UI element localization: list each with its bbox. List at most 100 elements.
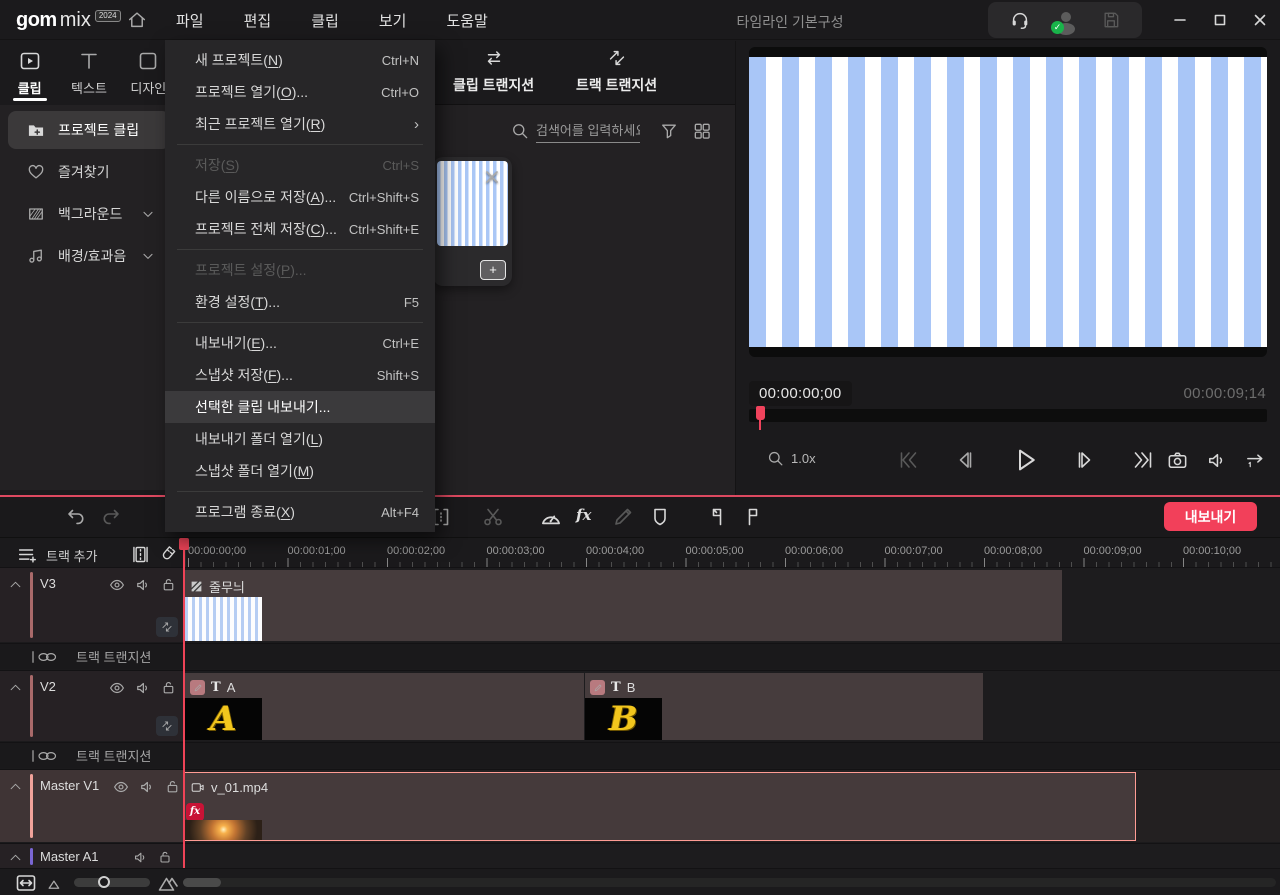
filter-icon[interactable] (659, 121, 679, 141)
magnet-snap-icon[interactable] (157, 544, 178, 565)
export-button[interactable]: 내보내기 (1164, 502, 1257, 531)
chevron-down-icon[interactable] (140, 248, 156, 264)
track-volume-icon[interactable] (134, 576, 152, 594)
seek-bar[interactable] (749, 409, 1267, 422)
file-menu-item-13[interactable]: 프로그램 종료(X)Alt+F4 (165, 496, 435, 528)
preview-zoom-level[interactable]: 1.0x (791, 451, 816, 466)
menu-clip[interactable]: 클립 (305, 6, 345, 35)
close-button[interactable] (1240, 0, 1280, 40)
visibility-icon[interactable] (108, 679, 126, 697)
tab-text[interactable]: 텍스트 (59, 41, 118, 105)
unlock-icon[interactable] (157, 849, 173, 865)
current-timecode[interactable]: 00:00:00;00 (749, 381, 852, 406)
skip-start-icon[interactable] (896, 448, 920, 472)
trim-tool-icon[interactable] (130, 544, 151, 565)
prev-frame-icon[interactable] (953, 448, 977, 472)
track-volume-icon[interactable] (132, 849, 149, 866)
track-v3-header[interactable]: V3 (0, 568, 185, 642)
file-menu-item-4[interactable]: 다른 이름으로 저장(A)...Ctrl+Shift+S (165, 181, 435, 213)
redo-icon[interactable] (99, 505, 123, 529)
clip-text-b[interactable]: T B B (585, 673, 983, 740)
visibility-icon[interactable] (112, 778, 130, 796)
clip-stripe[interactable]: 줄무늬 (185, 570, 1062, 641)
sidebar-item-favorites[interactable]: 즐겨찾기 (8, 153, 170, 191)
minimize-button[interactable] (1160, 0, 1200, 40)
file-menu-item-11[interactable]: 내보내기 폴더 열기(L) (165, 423, 435, 455)
track-transition-row[interactable]: 트랙 트랜지션 (0, 643, 1280, 669)
volume-icon[interactable] (1205, 449, 1228, 472)
tab-track-transition[interactable]: 트랙 트랜지션 (576, 47, 657, 95)
file-menu-item-12[interactable]: 스냅샷 폴더 열기(M) (165, 455, 435, 487)
skip-end-icon[interactable] (1130, 448, 1156, 472)
collapse-icon[interactable] (8, 680, 23, 695)
track-transition-row[interactable]: 트랙 트랜지션 (0, 742, 1280, 768)
timeline-hscroll-thumb[interactable] (183, 878, 221, 887)
collapse-icon[interactable] (8, 850, 23, 865)
menu-view[interactable]: 보기 (373, 6, 413, 35)
sidebar-item-backgrounds[interactable]: 백그라운드 (8, 195, 170, 233)
jump-frame-icon[interactable] (1244, 449, 1267, 472)
unlock-icon[interactable] (164, 778, 181, 795)
pencil-icon[interactable] (611, 505, 635, 529)
support-button[interactable] (1009, 9, 1031, 31)
preview-zoom-icon[interactable] (766, 449, 785, 468)
search-input[interactable] (536, 121, 640, 143)
collapse-icon[interactable] (8, 577, 23, 592)
file-menu-item-9[interactable]: 스냅샷 저장(F)...Shift+S (165, 359, 435, 391)
menu-help[interactable]: 도움말 (440, 6, 493, 35)
timeline-horizontal-scrollbar[interactable] (183, 878, 1276, 887)
clip-text-a[interactable]: T A A (185, 673, 584, 740)
grid-view-icon[interactable] (692, 121, 712, 141)
file-menu-item-8[interactable]: 내보내기(E)...Ctrl+E (165, 327, 435, 359)
menu-file[interactable]: 파일 (170, 6, 210, 35)
flag-left-icon[interactable] (705, 505, 729, 529)
fx-tool-icon[interactable]: fx (576, 506, 591, 524)
timeline-zoom-slider[interactable] (74, 878, 150, 887)
track-master-a1-body[interactable] (185, 844, 1280, 869)
add-track-label[interactable]: 트랙 추가 (46, 546, 97, 565)
save-quick-button[interactable] (1101, 10, 1121, 30)
track-v2-header[interactable]: V2 (0, 671, 185, 741)
next-frame-icon[interactable] (1073, 448, 1097, 472)
file-menu-item-5[interactable]: 프로젝트 전체 저장(C)...Ctrl+Shift+E (165, 213, 435, 245)
track-transition-badge[interactable] (156, 617, 178, 637)
file-menu-item-7[interactable]: 환경 설정(T)...F5 (165, 286, 435, 318)
add-clip-button[interactable]: + (480, 260, 506, 280)
seek-playhead[interactable] (756, 406, 765, 420)
unlock-icon[interactable] (160, 576, 177, 593)
track-transition-badge[interactable] (156, 716, 178, 736)
timeline-zoom-knob[interactable] (98, 876, 110, 888)
file-menu-item-2[interactable]: 최근 프로젝트 열기(R)› (165, 108, 435, 140)
time-ruler[interactable]: 00:00:00;0000:00:01;0000:00:02;0000:00:0… (185, 541, 1280, 567)
track-volume-icon[interactable] (134, 679, 152, 697)
sidebar-item-project-clips[interactable]: 프로젝트 클립 (8, 111, 170, 149)
collapse-icon[interactable] (8, 779, 23, 794)
fit-width-icon[interactable] (14, 871, 38, 895)
maximize-button[interactable] (1200, 0, 1240, 40)
file-menu-item-1[interactable]: 프로젝트 열기(O)...Ctrl+O (165, 76, 435, 108)
visibility-icon[interactable] (108, 576, 126, 594)
preview-video[interactable] (749, 47, 1267, 357)
clip-video[interactable]: v_01.mp4 fx (184, 772, 1136, 841)
play-icon[interactable] (1010, 445, 1040, 475)
track-master-a1-header[interactable]: Master A1 (0, 844, 185, 869)
sidebar-item-audio[interactable]: 배경/효과음 (8, 237, 170, 275)
tab-clip-transition[interactable]: 클립 트랜지션 (453, 47, 534, 95)
file-menu-item-10[interactable]: 선택한 클립 내보내기... (165, 391, 435, 423)
remove-clip-icon[interactable] (484, 169, 500, 185)
add-track-icon[interactable] (16, 544, 38, 566)
chevron-down-icon[interactable] (140, 206, 156, 222)
stripe-clip-card[interactable]: + (433, 157, 512, 286)
file-menu-item-0[interactable]: 새 프로젝트(N)Ctrl+N (165, 44, 435, 76)
mask-shield-icon[interactable] (648, 505, 672, 529)
track-volume-icon[interactable] (138, 778, 156, 796)
flag-right-icon[interactable] (741, 505, 765, 529)
zoom-out-mountain-icon[interactable] (46, 874, 65, 893)
speed-icon[interactable] (538, 505, 564, 531)
account-button[interactable]: ✓ (1054, 8, 1078, 32)
unlock-icon[interactable] (160, 679, 177, 696)
track-master-v1-header[interactable]: Master V1 (0, 770, 185, 842)
undo-icon[interactable] (64, 505, 88, 529)
tab-clip[interactable]: 클립 (0, 41, 59, 105)
menu-edit[interactable]: 편집 (238, 6, 278, 35)
